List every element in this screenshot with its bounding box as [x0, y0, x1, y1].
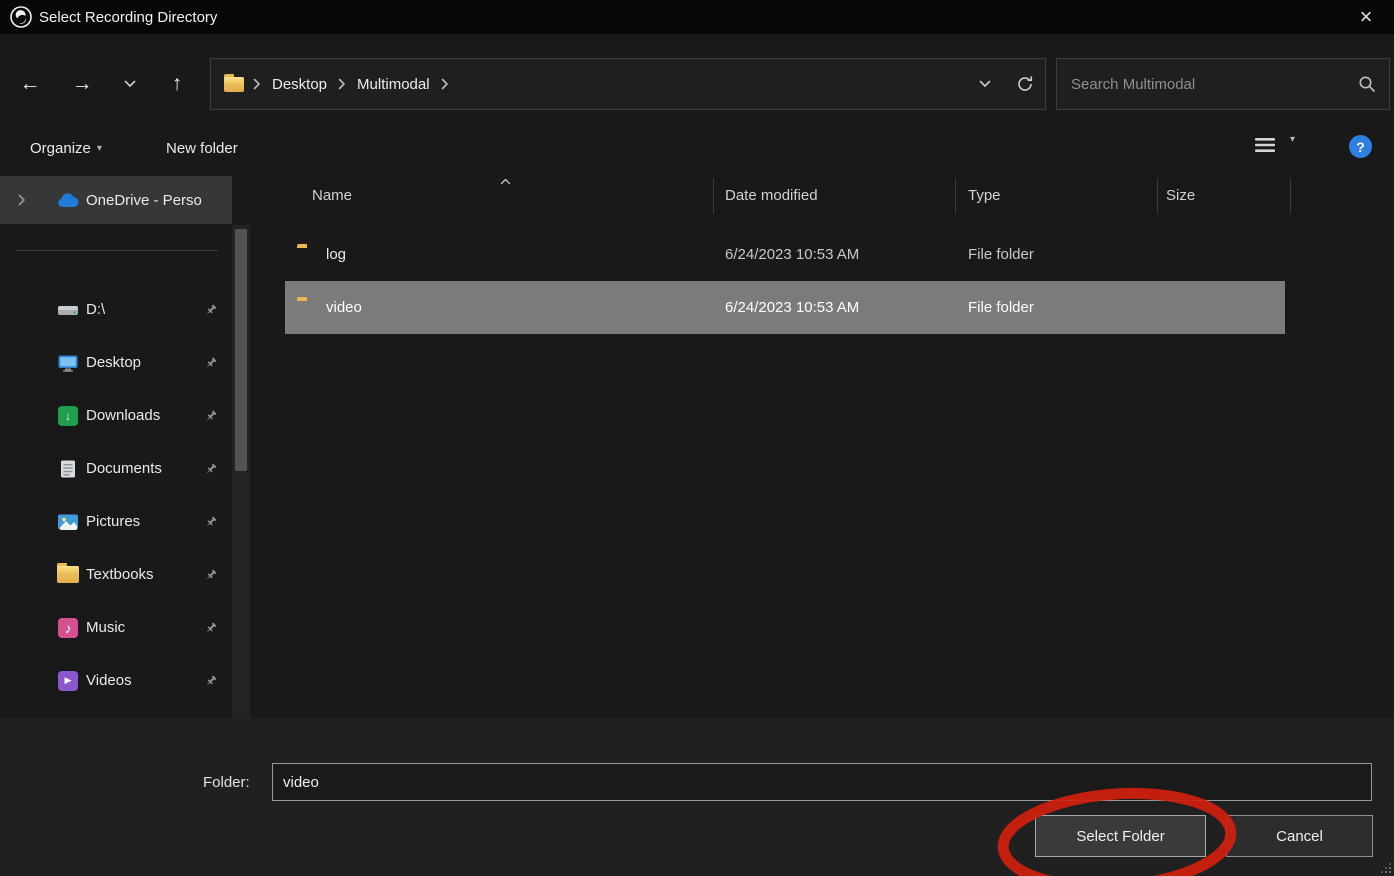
- videos-icon: ▶: [56, 671, 80, 691]
- sidebar-item-onedrive[interactable]: OneDrive - Perso: [0, 176, 232, 224]
- sidebar-item-downloads[interactable]: ↓ Downloads: [0, 389, 232, 442]
- file-row-log[interactable]: log 6/24/2023 10:53 AM File folder: [285, 228, 1285, 281]
- sidebar-scrollbar[interactable]: [232, 225, 250, 718]
- file-date-modified: 6/24/2023 10:53 AM: [725, 281, 859, 334]
- onedrive-cloud-icon: [56, 192, 80, 208]
- view-options-caret[interactable]: ▾: [1290, 134, 1295, 145]
- sidebar-item-pictures[interactable]: Pictures: [0, 495, 232, 548]
- expand-chevron-icon[interactable]: [18, 194, 26, 206]
- column-divider[interactable]: [1290, 178, 1291, 214]
- chevron-right-icon: [253, 78, 261, 90]
- column-divider[interactable]: [1157, 178, 1158, 214]
- sidebar-item-label: Desktop: [86, 354, 141, 371]
- folder-icon: [56, 566, 80, 583]
- address-dropdown-button[interactable]: [965, 59, 1005, 109]
- select-folder-button[interactable]: Select Folder: [1035, 815, 1206, 857]
- scrollbar-thumb[interactable]: [235, 229, 247, 471]
- sidebar-item-videos[interactable]: ▶ Videos: [0, 654, 232, 707]
- pin-icon: [204, 621, 218, 635]
- sidebar-item-label: D:\: [86, 301, 105, 318]
- view-details-button[interactable]: [1254, 136, 1276, 157]
- column-header-date-modified[interactable]: Date modified: [725, 172, 818, 220]
- search-input[interactable]: [1057, 60, 1345, 108]
- resize-grip[interactable]: [1380, 862, 1392, 874]
- file-type: File folder: [968, 281, 1034, 334]
- organize-button[interactable]: Organize ▾: [30, 130, 102, 168]
- sidebar-divider: [16, 250, 218, 251]
- chevron-down-icon: ▾: [97, 143, 102, 154]
- column-headers: Name Date modified Type Size: [260, 172, 1394, 220]
- chevron-right-icon: [441, 78, 449, 90]
- folder-field-label: Folder:: [203, 764, 250, 802]
- pictures-icon: [56, 513, 80, 531]
- sidebar-item-label: Videos: [86, 672, 132, 689]
- column-divider[interactable]: [713, 178, 714, 214]
- file-name: log: [326, 228, 346, 281]
- back-button[interactable]: ←: [8, 62, 52, 106]
- folder-icon: [224, 77, 244, 92]
- title-bar: Select Recording Directory ×: [0, 0, 1394, 34]
- chevron-down-icon: [124, 80, 136, 88]
- column-header-name[interactable]: Name: [312, 172, 352, 220]
- file-list: Name Date modified Type Size log 6/24/20…: [260, 172, 1394, 718]
- pin-icon: [204, 462, 218, 476]
- new-folder-button[interactable]: New folder: [166, 130, 238, 168]
- forward-button[interactable]: →: [60, 62, 104, 106]
- pin-icon: [204, 303, 218, 317]
- folder-name-input[interactable]: [272, 763, 1372, 801]
- up-button[interactable]: ↑: [155, 62, 199, 106]
- column-header-size[interactable]: Size: [1166, 172, 1195, 220]
- drive-icon: [56, 302, 80, 318]
- pin-icon: [204, 568, 218, 582]
- sidebar-item-textbooks[interactable]: Textbooks: [0, 548, 232, 601]
- pin-icon: [204, 674, 218, 688]
- breadcrumb-segment-multimodal[interactable]: Multimodal: [355, 72, 432, 97]
- address-bar[interactable]: Desktop Multimodal: [210, 58, 1046, 110]
- sidebar-item-label: Documents: [86, 460, 162, 477]
- search-box: [1056, 58, 1390, 110]
- sidebar-item-label: OneDrive - Perso: [86, 192, 202, 209]
- refresh-icon: [1016, 75, 1034, 93]
- sidebar-item-d-drive[interactable]: D:\: [0, 283, 232, 336]
- cancel-button[interactable]: Cancel: [1226, 815, 1373, 857]
- obs-logo-icon: [9, 5, 33, 29]
- sidebar-item-label: Textbooks: [86, 566, 154, 583]
- details-view-icon: [1254, 136, 1276, 154]
- window-title: Select Recording Directory: [39, 9, 217, 26]
- sidebar-item-label: Downloads: [86, 407, 160, 424]
- column-divider[interactable]: [955, 178, 956, 214]
- file-date-modified: 6/24/2023 10:53 AM: [725, 228, 859, 281]
- file-name: video: [326, 281, 362, 334]
- file-type: File folder: [968, 228, 1034, 281]
- sidebar-item-documents[interactable]: Documents: [0, 442, 232, 495]
- sidebar-item-label: Music: [86, 619, 125, 636]
- file-row-video[interactable]: video 6/24/2023 10:53 AM File folder: [285, 281, 1285, 334]
- sidebar-item-desktop[interactable]: Desktop: [0, 336, 232, 389]
- pin-icon: [204, 356, 218, 370]
- refresh-button[interactable]: [1005, 59, 1045, 109]
- close-button[interactable]: ×: [1348, 0, 1384, 34]
- organize-label: Organize: [30, 140, 91, 157]
- pin-icon: [204, 515, 218, 529]
- select-recording-directory-dialog: Select Recording Directory × ← → ↑ Deskt…: [0, 0, 1394, 876]
- navigation-pane: OneDrive - Perso D:\ Desktop ↓: [0, 172, 260, 718]
- pin-icon: [204, 409, 218, 423]
- breadcrumb-segment-desktop[interactable]: Desktop: [270, 72, 329, 97]
- sidebar-item-label: Pictures: [86, 513, 140, 530]
- column-header-type[interactable]: Type: [968, 172, 1001, 220]
- chevron-right-icon: [338, 78, 346, 90]
- sidebar-item-music[interactable]: ♪ Music: [0, 601, 232, 654]
- music-icon: ♪: [56, 618, 80, 638]
- search-icon[interactable]: [1345, 75, 1389, 93]
- chevron-down-icon: [979, 80, 991, 88]
- documents-icon: [56, 459, 80, 479]
- downloads-icon: ↓: [56, 406, 80, 426]
- desktop-icon: [56, 354, 80, 372]
- recent-locations-button[interactable]: [108, 62, 152, 106]
- help-button[interactable]: ?: [1349, 135, 1372, 158]
